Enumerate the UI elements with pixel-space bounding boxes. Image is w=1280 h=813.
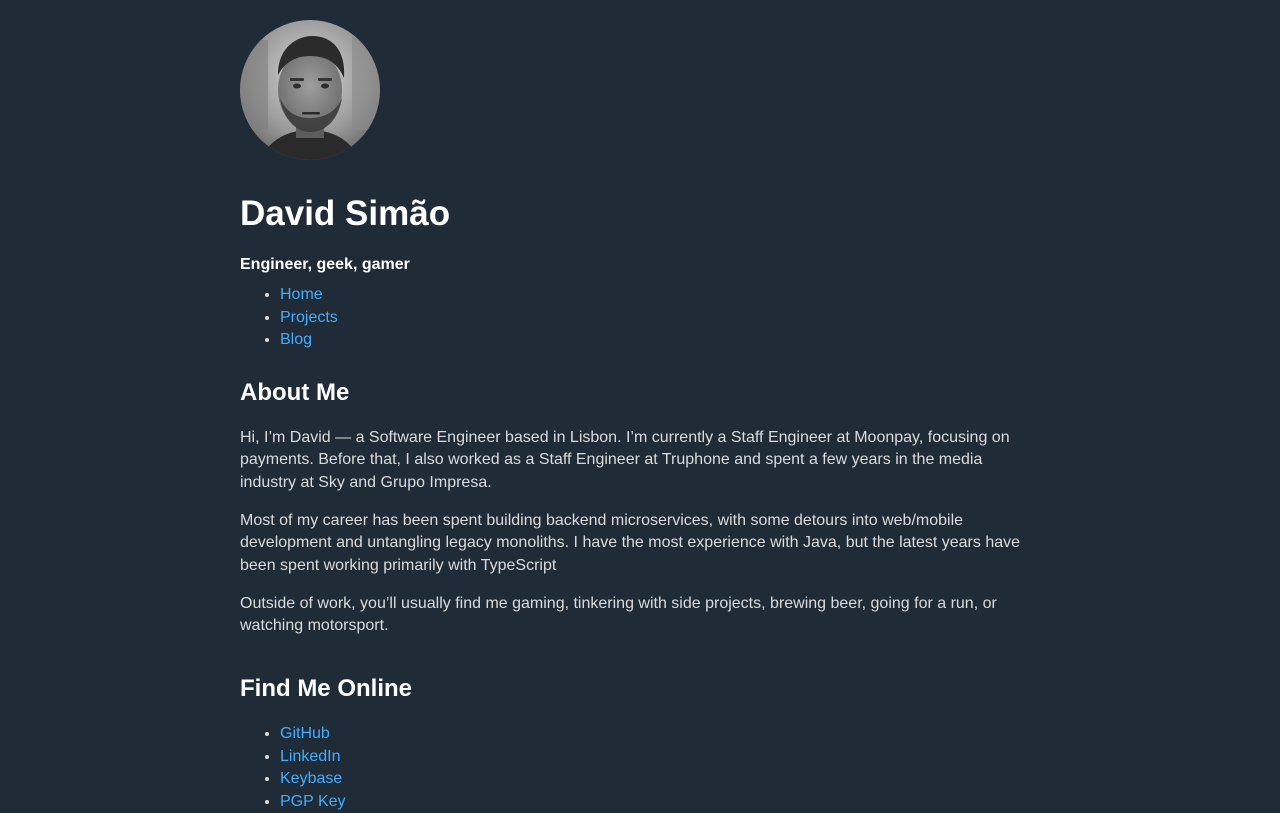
avatar-photo [240,20,380,160]
social-item-linkedin: LinkedIn [280,746,1040,769]
main-nav: Home Projects Blog [240,284,1040,352]
nav-link-blog[interactable]: Blog [280,331,312,348]
nav-link-home[interactable]: Home [280,286,323,303]
social-item-keybase: Keybase [280,768,1040,791]
nav-item-home: Home [280,284,1040,307]
about-paragraph-1: Hi, I’m David — a Software Engineer base… [240,428,1010,491]
nav-item-blog: Blog [280,329,1040,352]
linkedin-link[interactable]: LinkedIn [280,748,341,765]
avatar [240,20,380,160]
page-title: David Simão [240,194,451,233]
find-me-heading: Find Me Online [240,675,412,703]
about-paragraph-3: Outside of work, you’ll usually find me … [240,594,997,635]
about-heading: About Me [240,378,350,406]
tagline: Engineer, geek, gamer [240,256,410,273]
pgp-key-link[interactable]: PGP Key [280,793,346,810]
about-paragraph-2: Most of my career has been spent buildin… [240,511,1021,575]
page-content: David Simão Engineer, geek, gamer Home P… [240,20,1040,813]
social-item-pgp: PGP Key [280,791,1040,813]
github-link[interactable]: GitHub [280,725,330,742]
nav-link-projects[interactable]: Projects [280,309,338,326]
social-item-github: GitHub [280,723,1040,746]
keybase-link[interactable]: Keybase [280,770,342,787]
nav-item-projects: Projects [280,307,1040,330]
